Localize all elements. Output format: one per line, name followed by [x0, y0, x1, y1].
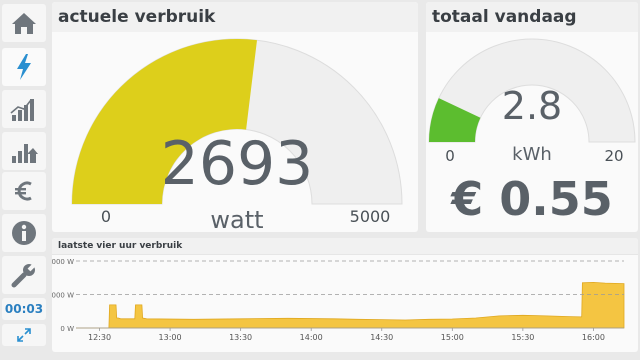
chart-x-tick-label: 13:00	[159, 333, 182, 342]
power-value: 2693	[161, 129, 314, 199]
chart-y-tick-label: 2000 W	[52, 292, 74, 300]
chart-x-tick-label: 16:00	[582, 333, 605, 342]
euro-icon	[15, 181, 32, 201]
sidebar-item-costs[interactable]	[2, 172, 46, 210]
history-chart: 4000 W 2000 W 0 W 12:30 13:00 13:30 14:00 14:30…	[52, 258, 625, 342]
energy-min-label: 0	[445, 147, 455, 165]
bar-chart-icon	[10, 99, 34, 121]
energy-unit: kWh	[512, 144, 552, 165]
expand-icon	[17, 328, 31, 342]
home-icon	[12, 13, 36, 34]
sidebar-item-home[interactable]	[2, 4, 46, 42]
power-unit: watt	[210, 206, 263, 232]
energy-value: 2.8	[502, 84, 562, 128]
sidebar-item-usage-history[interactable]	[2, 132, 46, 170]
power-panel: actuele verbruik 2693 watt 0 5000	[52, 2, 418, 232]
chart-x-tick-label: 15:30	[511, 333, 534, 342]
power-min-label: 0	[101, 207, 111, 226]
history-panel: laatste vier uur verbruik 4000 W 2000 W 0 …	[52, 238, 638, 352]
wrench-icon	[11, 262, 37, 288]
clock-time: 00:03	[2, 298, 46, 320]
chart-y-tick-label: 0 W	[60, 325, 74, 333]
info-icon	[12, 221, 36, 245]
chart-x-tick-label: 12:30	[88, 333, 111, 342]
energy-max-label: 20	[604, 147, 623, 165]
chart-x-tick-label: 13:30	[229, 333, 252, 342]
chart-x-tick-label: 14:30	[370, 333, 393, 342]
chart-area-series	[76, 281, 625, 329]
sidebar-item-usage[interactable]	[2, 90, 46, 128]
energy-panel-title: totaal vandaag	[426, 2, 638, 32]
sidebar-item-info[interactable]	[2, 214, 46, 252]
energy-panel: totaal vandaag 2.8 kWh 0 20 € 0.55	[426, 2, 638, 232]
history-panel-title: laatste vier uur verbruik	[52, 238, 638, 255]
energy-gauge: 2.8 kWh 0 20	[428, 38, 636, 165]
cost-today: € 0.55	[451, 172, 613, 226]
chart-x-tick-label: 14:00	[300, 333, 323, 342]
power-panel-title: actuele verbruik	[52, 2, 418, 32]
sidebar-item-live[interactable]	[2, 48, 46, 86]
power-gauge: 2693 watt 0 5000	[71, 38, 403, 232]
power-max-label: 5000	[350, 207, 391, 226]
expand-button[interactable]	[2, 324, 46, 346]
chart-y-tick-label: 4000 W	[52, 258, 74, 266]
sidebar: 00:03	[2, 2, 46, 358]
chart-x-tick-label: 15:00	[441, 333, 464, 342]
sidebar-item-settings[interactable]	[2, 256, 46, 294]
lightning-icon	[17, 54, 31, 80]
bar-chart-house-icon	[12, 144, 38, 163]
